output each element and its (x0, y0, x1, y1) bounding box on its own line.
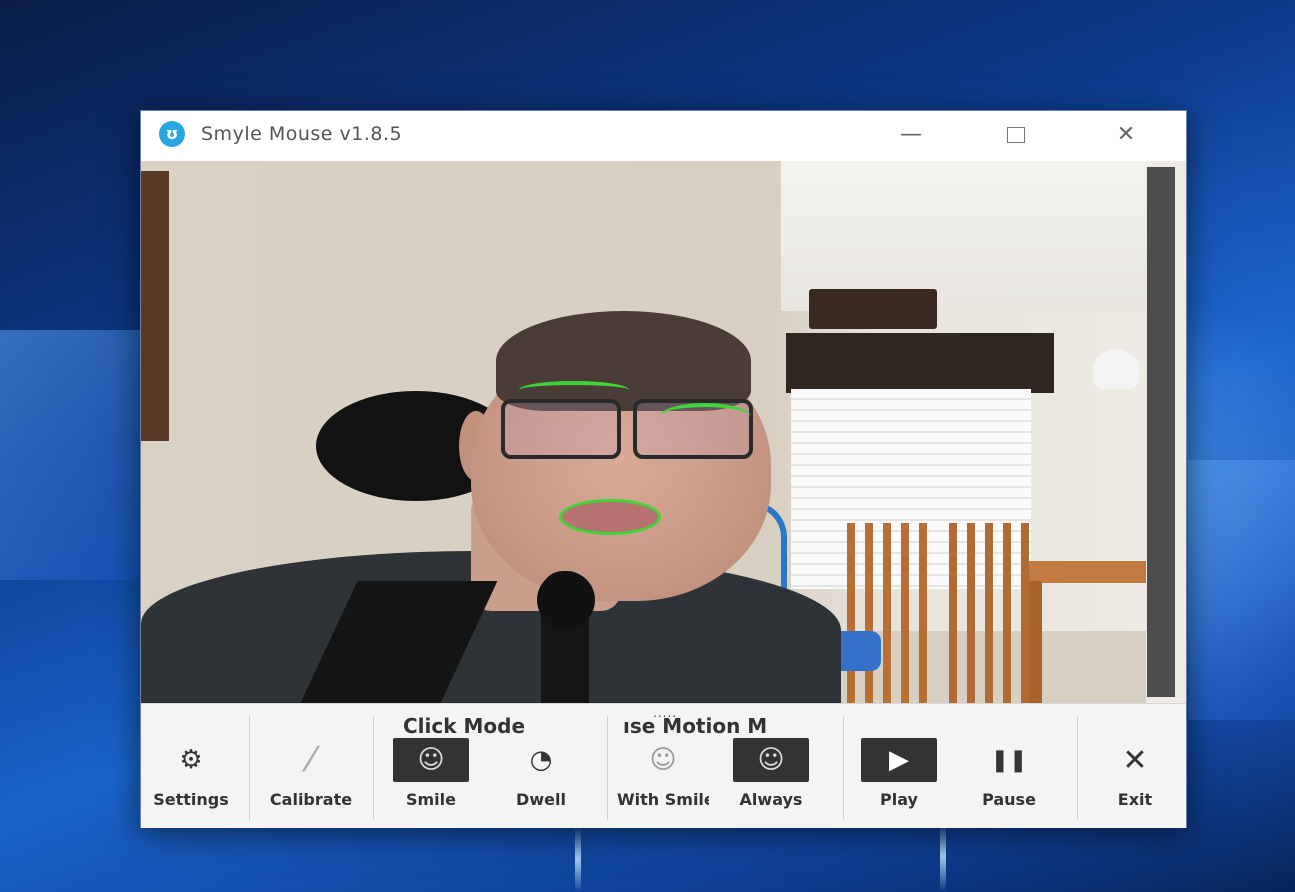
always-cursor-icon: ☺ (733, 738, 809, 782)
wallpaper-light-ray (575, 826, 581, 892)
face-tracking-brow-right (659, 403, 751, 431)
smile-label: Smile (405, 790, 456, 809)
webcam-feed (141, 161, 1186, 703)
with-smile-label: With Smile (617, 790, 709, 809)
toolbar-divider (1077, 716, 1078, 820)
control-toolbar: ..... ⚙ Settings ⁄ Calibrate Click Mode … (141, 703, 1186, 828)
toolbar-divider (843, 716, 844, 820)
pause-button[interactable]: ❚❚ Pause (963, 724, 1055, 828)
picture-frame (141, 171, 169, 441)
window-title: Smyle Mouse v1.8.5 (201, 123, 403, 145)
dwell-label: Dwell (516, 790, 566, 809)
dining-chair (847, 523, 929, 703)
wall-sign (809, 289, 937, 329)
toolbar-divider (373, 716, 374, 820)
gear-icon: ⚙ (179, 745, 203, 775)
calibrate-button[interactable]: ⁄ Calibrate (265, 724, 357, 828)
wallpaper-light-ray (940, 820, 946, 892)
title-bar[interactable]: ʊ Smyle Mouse v1.8.5 — ✕ (141, 111, 1186, 159)
pause-label: Pause (982, 790, 1036, 809)
close-window-button[interactable]: ✕ (1096, 115, 1156, 155)
minimize-button[interactable]: — (881, 115, 941, 155)
smile-click-button[interactable]: ☺ Smile (385, 724, 477, 828)
dining-table (1021, 561, 1146, 583)
maximize-icon (1007, 127, 1025, 143)
ruler-icon: ⁄ (308, 740, 314, 780)
calibrate-label: Calibrate (269, 790, 353, 809)
vertical-scrollbar[interactable] (1147, 167, 1175, 697)
pause-icon: ❚❚ (990, 747, 1028, 773)
left-lens (501, 399, 621, 459)
smile-cursor-icon: ☺ (649, 745, 677, 775)
face-tracking-brow-left (519, 381, 629, 399)
wallpaper-pane (1188, 460, 1295, 720)
play-button[interactable]: ▶ Play (853, 724, 945, 828)
dwell-click-button[interactable]: ◔ Dwell (495, 724, 587, 828)
smyle-app-icon: ʊ (159, 121, 185, 147)
ceiling-lamp (1093, 349, 1139, 389)
microphone (537, 571, 595, 629)
wallpaper-pane (0, 330, 140, 580)
smile-icon: ☺ (393, 738, 469, 782)
smyle-mouse-window: ʊ Smyle Mouse v1.8.5 — ✕ ..... ⚙ Setting… (140, 110, 1187, 828)
toolbar-divider (249, 716, 250, 820)
play-icon: ▶ (861, 738, 937, 782)
settings-label: Settings (153, 790, 229, 809)
dining-chair (949, 523, 1033, 703)
settings-button[interactable]: ⚙ Settings (145, 724, 237, 828)
exit-button[interactable]: ✕ Exit (1089, 724, 1181, 828)
toolbar-divider (607, 716, 608, 820)
play-label: Play (880, 790, 918, 809)
always-label: Always (739, 790, 803, 809)
always-motion-button[interactable]: ☺ Always (725, 724, 817, 828)
with-smile-motion-button[interactable]: ☺ With Smile (617, 724, 709, 828)
face-tracking-lips (559, 499, 661, 535)
close-icon: ✕ (1122, 742, 1148, 778)
maximize-button[interactable] (986, 115, 1046, 155)
exit-label: Exit (1117, 790, 1153, 809)
dwell-icon: ◔ (529, 745, 553, 775)
window-valance (786, 333, 1054, 393)
